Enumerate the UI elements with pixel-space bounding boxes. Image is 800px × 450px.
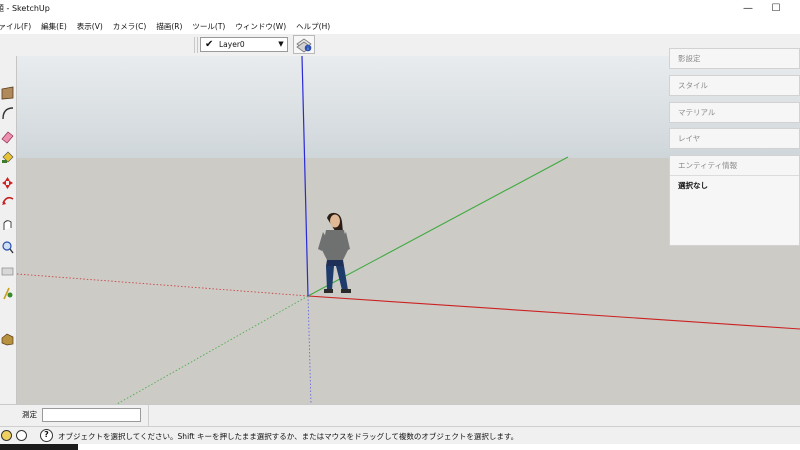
window-title: 無題 - SketchUp (0, 4, 50, 13)
arc-tool-icon[interactable] (1, 106, 14, 120)
menu-window[interactable]: ウィンドウ(W) (230, 21, 291, 32)
zoom-extents-tool-icon[interactable] (1, 264, 14, 278)
menu-file[interactable]: ファイル(F) (0, 21, 36, 32)
rectangle-tool-icon[interactable] (1, 86, 14, 100)
paint-bucket-tool-icon[interactable] (1, 150, 14, 164)
orbit-tool-icon[interactable] (1, 218, 14, 232)
entity-info-panel: エンティティ情報 選択なし (669, 155, 800, 246)
eraser-tool-icon[interactable] (1, 130, 14, 144)
toolbar-separator (197, 37, 198, 53)
tray-panel-materials[interactable]: マテリアル (669, 102, 800, 123)
layer-name: Layer0 (219, 40, 245, 49)
layer-manager-icon: i (296, 38, 312, 53)
credits-icon[interactable] (16, 430, 27, 441)
green-axis-negative (116, 295, 309, 404)
walk-tool-icon[interactable] (1, 286, 14, 300)
red-axis (307, 295, 800, 330)
menu-help[interactable]: ヘルプ(H) (291, 21, 335, 32)
tray-panel-layers[interactable]: レイヤ (669, 128, 800, 149)
title-bar: 無題 - SketchUp — ☐ (0, 0, 800, 19)
default-tray: 影設定 スタイル マテリアル レイヤ エンティティ情報 選択なし (669, 48, 800, 246)
geo-location-icon[interactable] (1, 430, 12, 441)
blue-axis-negative (307, 295, 312, 404)
svg-text:i: i (307, 46, 308, 52)
layer-dropdown[interactable]: ✔ Layer0 ▼ (200, 37, 288, 52)
entity-info-title[interactable]: エンティティ情報 (678, 160, 737, 171)
status-bar: ? オブジェクトを選択してください。Shift キーを押したまま選択するか、また… (0, 426, 800, 445)
measurements-label: 測定 (22, 410, 37, 419)
tray-panel-shadows[interactable]: 影設定 (669, 48, 800, 69)
layer-manager-button[interactable]: i (293, 35, 315, 54)
zoom-tool-icon[interactable] (1, 240, 14, 254)
menu-draw[interactable]: 描画(R) (151, 21, 187, 32)
menu-bar: ファイル(F) 編集(E) 表示(V) カメラ(C) 描画(R) ツール(T) … (0, 19, 786, 34)
measurements-input[interactable] (42, 408, 141, 422)
status-message: オブジェクトを選択してください。Shift キーを押したまま選択するか、またはマ… (58, 432, 519, 441)
maximize-button[interactable]: ☐ (759, 0, 793, 19)
menu-edit[interactable]: 編集(E) (36, 21, 72, 32)
measurements-bar: 測定 (0, 404, 800, 427)
entity-info-value: 選択なし (678, 181, 708, 190)
warehouse-icon[interactable] (1, 332, 14, 346)
rotate-tool-icon[interactable] (1, 194, 14, 208)
scale-figure (318, 212, 351, 293)
toolbar-separator (194, 37, 195, 53)
help-icon[interactable]: ? (40, 429, 53, 442)
green-axis (307, 156, 569, 297)
taskbar-strip (0, 444, 800, 450)
tray-panel-styles[interactable]: スタイル (669, 75, 800, 96)
active-layer-check-icon: ✔ (205, 39, 214, 50)
menu-view[interactable]: 表示(V) (72, 21, 108, 32)
blue-axis (301, 56, 309, 297)
divider (148, 405, 149, 427)
menu-camera[interactable]: カメラ(C) (108, 21, 152, 32)
menu-tools[interactable]: ツール(T) (187, 21, 230, 32)
move-tool-icon[interactable] (1, 176, 14, 190)
left-tool-palette (0, 56, 17, 404)
divider (670, 175, 799, 176)
chevron-down-icon[interactable]: ▼ (276, 39, 286, 50)
taskbar-dark-region (0, 444, 78, 450)
red-axis-negative (17, 273, 309, 297)
